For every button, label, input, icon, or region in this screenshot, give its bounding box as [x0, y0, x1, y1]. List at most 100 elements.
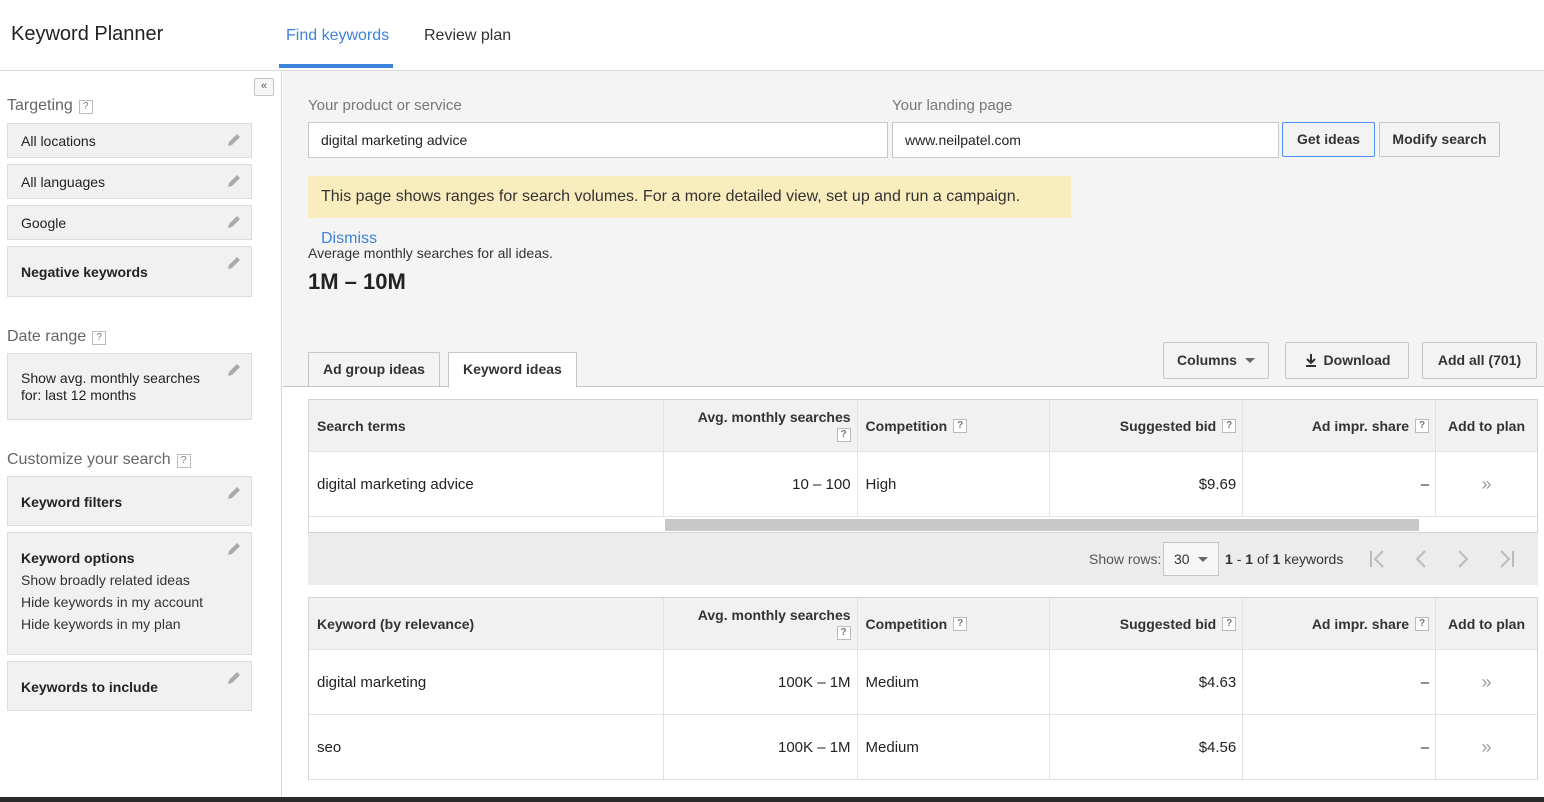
landing-page-label: Your landing page [892, 97, 1013, 114]
help-icon[interactable]: ? [836, 626, 851, 640]
help-icon[interactable]: ? [92, 331, 107, 345]
searches-cell: 100K – 1M [664, 715, 858, 779]
columns-button[interactable]: Columns [1163, 342, 1269, 379]
keyword-option-line: Hide keywords in my account [21, 594, 204, 610]
add-to-plan-button[interactable]: » [1436, 452, 1537, 516]
chevron-down-icon [1244, 358, 1255, 363]
keyword-cell: seo [309, 715, 664, 779]
sidebar-item-date-range[interactable]: Show avg. monthly searches for: last 12 … [7, 353, 252, 420]
search-terms-table: Search terms Avg. monthly searches? Comp… [308, 399, 1538, 534]
add-all-button[interactable]: Add all (701) [1422, 342, 1537, 379]
product-label: Your product or service [308, 97, 462, 114]
tab-review-plan[interactable]: Review plan [424, 27, 511, 45]
sidebar-item-keyword-filters[interactable]: Keyword filters [7, 476, 252, 526]
customize-search-label: Customize your search? [7, 451, 191, 469]
column-header-suggested-bid[interactable]: Suggested bid? [1050, 400, 1244, 451]
column-header-ad-impr-share[interactable]: Ad impr. share? [1243, 400, 1437, 451]
sidebar-item-keyword-options[interactable]: Keyword options Show broadly related ide… [7, 532, 252, 655]
help-icon[interactable]: ? [78, 100, 93, 114]
searches-cell: 100K – 1M [664, 650, 858, 714]
column-header-competition[interactable]: Competition? [858, 400, 1051, 451]
last-page-icon[interactable] [1494, 548, 1518, 570]
sidebar: « Targeting? All locations All languages… [0, 71, 282, 802]
pencil-icon[interactable] [226, 670, 242, 686]
table-row: digital marketing advice 10 – 100 High $… [309, 452, 1537, 517]
product-input[interactable] [308, 122, 888, 158]
pagination-bar: Show rows: 30 1 - 1 of 1 keywords [308, 533, 1538, 585]
column-header-avg-searches[interactable]: Avg. monthly searches? [664, 598, 858, 649]
sidebar-item-network[interactable]: Google [7, 205, 252, 240]
help-icon[interactable]: ? [1415, 418, 1430, 433]
double-chevron-right-icon: » [1481, 671, 1492, 692]
show-rows-label: Show rows: [1089, 551, 1162, 567]
keyword-cell: digital marketing [309, 650, 664, 714]
searches-cell: 10 – 100 [664, 452, 858, 516]
sidebar-item-keywords-to-include[interactable]: Keywords to include [7, 661, 252, 711]
column-header-suggested-bid[interactable]: Suggested bid? [1050, 598, 1244, 649]
table-row: digital marketing 100K – 1M Medium $4.63… [309, 650, 1537, 715]
table-header: Keyword (by relevance) Avg. monthly sear… [309, 598, 1537, 650]
double-chevron-right-icon: » [1481, 736, 1492, 757]
tab-find-keywords[interactable]: Find keywords [286, 27, 389, 45]
column-header-avg-searches[interactable]: Avg. monthly searches? [664, 400, 858, 451]
help-icon[interactable]: ? [836, 428, 851, 442]
keyword-option-line: Show broadly related ideas [21, 572, 190, 588]
pencil-icon[interactable] [226, 255, 242, 271]
help-icon[interactable]: ? [176, 454, 191, 468]
tab-ad-group-ideas[interactable]: Ad group ideas [308, 352, 440, 387]
pencil-icon[interactable] [226, 362, 242, 378]
add-to-plan-button[interactable]: » [1436, 650, 1537, 714]
bid-cell: $4.63 [1050, 650, 1244, 714]
notice-text: This page shows ranges for search volume… [321, 188, 1021, 205]
first-page-icon[interactable] [1366, 548, 1390, 570]
column-header-keyword[interactable]: Keyword (by relevance) [309, 598, 664, 649]
sidebar-item-languages[interactable]: All languages [7, 164, 252, 199]
modify-search-button[interactable]: Modify search [1379, 122, 1500, 157]
share-cell: – [1243, 452, 1437, 516]
help-icon[interactable]: ? [1222, 418, 1237, 433]
pencil-icon[interactable] [226, 214, 242, 230]
sidebar-item-negative-keywords[interactable]: Negative keywords [7, 246, 252, 297]
app-title: Keyword Planner [11, 23, 164, 45]
share-cell: – [1243, 715, 1437, 779]
keyword-cell: digital marketing advice [309, 452, 664, 516]
pencil-icon[interactable] [226, 541, 242, 557]
avg-searches-value: 1M – 10M [308, 269, 406, 294]
download-button[interactable]: Download [1285, 342, 1409, 379]
tab-keyword-ideas[interactable]: Keyword ideas [448, 352, 577, 388]
help-icon[interactable]: ? [1415, 616, 1430, 631]
help-icon[interactable]: ? [1222, 616, 1237, 631]
previous-page-icon[interactable] [1410, 548, 1434, 570]
rows-per-page-select[interactable]: 30 [1163, 542, 1219, 576]
chevron-down-icon [1197, 557, 1208, 562]
column-header-search-terms[interactable]: Search terms [309, 400, 664, 451]
table-row: seo 100K – 1M Medium $4.56 – » [309, 715, 1537, 780]
collapse-sidebar-button[interactable]: « [254, 78, 274, 96]
help-icon[interactable]: ? [953, 616, 968, 631]
column-header-competition[interactable]: Competition? [858, 598, 1051, 649]
add-to-plan-button[interactable]: » [1436, 715, 1537, 779]
bottom-edge [0, 797, 1544, 802]
pencil-icon[interactable] [226, 132, 242, 148]
get-ideas-button[interactable]: Get ideas [1282, 122, 1375, 157]
next-page-icon[interactable] [1450, 548, 1474, 570]
column-header-add-to-plan: Add to plan [1448, 417, 1526, 434]
competition-cell: Medium [858, 650, 1051, 714]
scrollbar-thumb[interactable] [665, 519, 1419, 531]
page-range-text: 1 - 1 of 1 keywords [1225, 551, 1344, 567]
share-cell: – [1243, 650, 1437, 714]
double-chevron-left-icon: « [260, 80, 268, 92]
bid-cell: $4.56 [1050, 715, 1244, 779]
column-header-ad-impr-share[interactable]: Ad impr. share? [1243, 598, 1437, 649]
pencil-icon[interactable] [226, 173, 242, 189]
keyword-option-line: Hide keywords in my plan [21, 616, 181, 632]
horizontal-scrollbar[interactable] [309, 517, 1537, 533]
landing-page-input[interactable] [892, 122, 1279, 158]
pencil-icon[interactable] [226, 485, 242, 501]
active-tab-indicator [279, 64, 393, 68]
download-icon [1305, 354, 1316, 367]
sidebar-item-locations[interactable]: All locations [7, 123, 252, 158]
main-panel: Your product or service Your landing pag… [283, 71, 1544, 802]
help-icon[interactable]: ? [953, 418, 968, 433]
competition-cell: High [858, 452, 1051, 516]
